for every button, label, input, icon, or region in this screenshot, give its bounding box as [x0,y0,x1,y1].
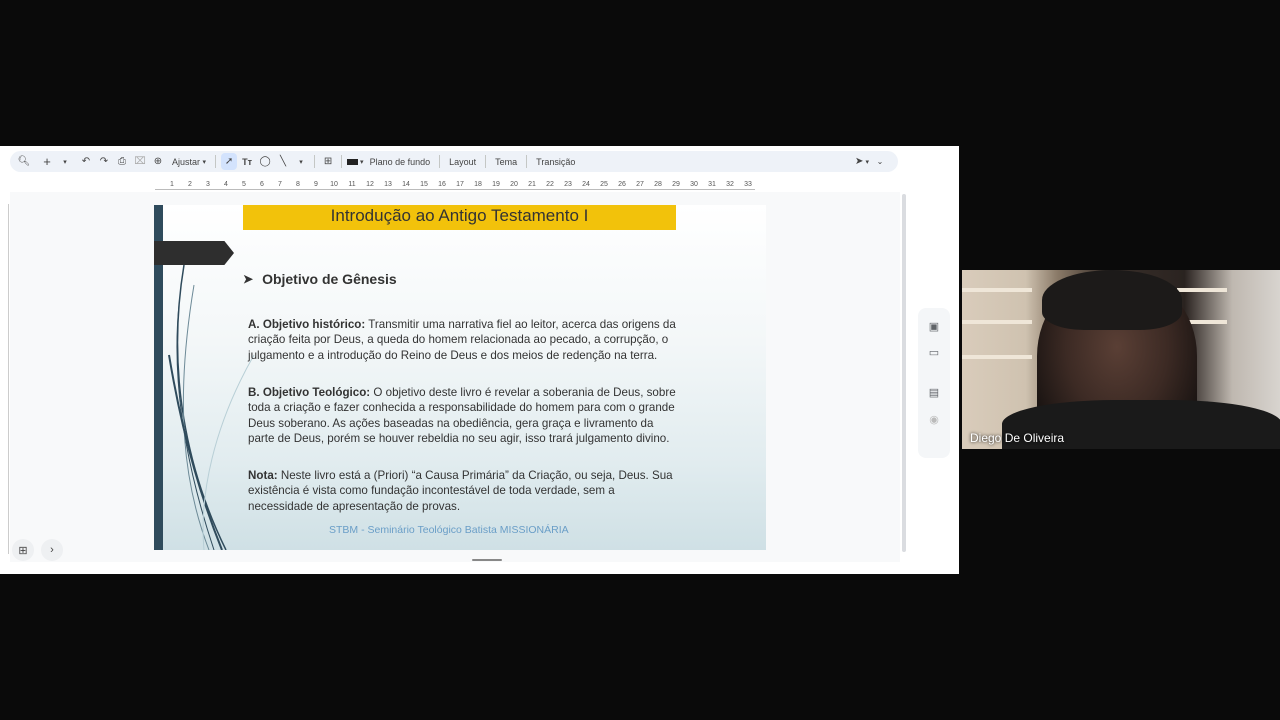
toolbar-divider [526,155,528,168]
line-dropdown-icon[interactable]: ▾ [293,153,309,170]
ruler-mark: 29 [672,181,680,188]
ruler-mark: 2 [188,181,192,188]
zoom-select-label: Ajustar [172,156,201,167]
toolbar-divider [485,155,487,168]
ruler-mark: 18 [474,181,482,188]
paragraph-text: Neste livro está a (Priori) “a Causa Pri… [248,469,673,513]
ruler-mark: 9 [314,181,318,188]
slide[interactable]: Introdução ao Antigo Testamento I ➤ Obje… [154,205,766,550]
paragraph-historical: A. Objetivo histórico: Transmitir uma na… [248,317,678,363]
ruler-mark: 23 [564,181,572,188]
line-icon[interactable]: ╲ [275,153,291,170]
paragraph-label: Nota: [248,469,278,482]
grid-view-icon[interactable]: ⊞ [12,539,34,561]
ruler-mark: 28 [654,181,662,188]
ruler-mark: 3 [206,181,210,188]
ruler-mark: 10 [330,181,338,188]
ruler-mark: 32 [726,181,734,188]
zoom-select[interactable]: Ajustar ▾ [168,153,210,170]
paragraph-label: B. Objetivo Teológico: [248,386,371,399]
toolbar-divider [314,155,316,168]
chevron-right-icon[interactable]: › [41,539,63,561]
zoom-icon[interactable]: ⊕ [150,153,166,170]
print-icon[interactable]: ⎙ [114,153,130,170]
redo-icon[interactable]: ↷ [96,153,112,170]
vertical-ruler [2,204,10,554]
new-slide-icon[interactable]: + [39,153,55,170]
folder-icon[interactable]: ▭ [927,346,941,360]
toolbar-divider [215,155,217,168]
theme-button[interactable]: Tema [491,153,521,170]
paragraph-theological: B. Objetivo Teológico: O objetivo deste … [248,385,678,446]
shared-screen: 🔍︎ + ▾ ↶ ↷ ⎙ ⌧ ⊕ Ajustar ▾ ➚ Tт ◯ ╲ ▾ ⊞ … [0,146,959,574]
ruler-mark: 12 [366,181,374,188]
shape-icon[interactable]: ◯ [257,153,273,170]
ruler-mark: 15 [420,181,428,188]
participant-hair [1042,270,1182,330]
ruler-mark: 19 [492,181,500,188]
ruler-mark: 16 [438,181,446,188]
shelf [962,320,1032,324]
arrow-bullet-icon: ➤ [243,272,254,286]
undo-icon[interactable]: ↶ [78,153,94,170]
slides-toolbar: 🔍︎ + ▾ ↶ ↷ ⎙ ⌧ ⊕ Ajustar ▾ ➚ Tт ◯ ╲ ▾ ⊞ … [10,151,898,172]
ruler-mark: 20 [510,181,518,188]
layout-button[interactable]: Layout [445,153,480,170]
slides-panel-icon[interactable]: ▤ [927,386,941,400]
ruler-mark: 30 [690,181,698,188]
ruler-mark: 4 [224,181,228,188]
ruler-mark: 8 [296,181,300,188]
ruler-mark: 6 [260,181,264,188]
collapse-toolbar-icon[interactable]: ⌄ [872,153,888,170]
text-box-icon[interactable]: Tт [239,153,255,170]
ruler-mark: 17 [456,181,464,188]
slide-subtitle: ➤ Objetivo de Gênesis [243,271,397,287]
shelf [1177,288,1227,292]
ruler-mark: 24 [582,181,590,188]
ruler-mark: 1 [170,181,174,188]
shelf [962,355,1032,359]
ruler-mark: 31 [708,181,716,188]
ruler-line [155,189,755,190]
ruler-mark: 5 [242,181,246,188]
comment-add-icon[interactable]: ⊞ [320,153,336,170]
search-menus-icon[interactable]: 🔍︎ [16,153,32,170]
ruler-mark: 25 [600,181,608,188]
paragraph-label: A. Objetivo histórico: [248,318,366,331]
paint-format-icon[interactable]: ⌧ [132,153,148,170]
participant-name: Diego De Oliveira [970,431,1065,445]
vertical-scrollbar[interactable] [902,194,906,552]
ruler-mark: 33 [744,181,752,188]
ruler-mark: 11 [348,181,356,188]
horizontal-ruler: 1 2 3 4 5 6 7 8 9 10 11 12 13 14 15 16 17 18 19 20 21 22 23 24 2… [155,181,755,191]
chevron-down-icon: ▾ [202,158,207,166]
fill-color-icon[interactable]: ▾ [347,153,364,170]
participant-video: Diego De Oliveira [962,270,1280,449]
ruler-mark: 26 [618,181,626,188]
transition-button[interactable]: Transição [532,153,579,170]
paragraph-note: Nota: Neste livro está a (Priori) “a Cau… [248,468,678,514]
shelf [962,288,1032,292]
ruler-mark: 22 [546,181,554,188]
toolbar-divider [439,155,441,168]
slide-footer: STBM - Seminário Teológico Batista MISSI… [329,524,569,536]
circle-icon[interactable]: ◉ [927,413,941,427]
ruler-mark: 21 [528,181,536,188]
pointer-mode-icon[interactable]: ➤ ▾ [854,153,870,170]
slide-subtitle-text: Objetivo de Gênesis [262,271,397,287]
ruler-line [8,204,9,554]
ruler-mark: 27 [636,181,644,188]
select-cursor-icon[interactable]: ➚ [221,153,238,170]
keep-notes-icon[interactable]: ▣ [927,320,941,334]
resize-handle[interactable] [472,559,502,561]
ruler-mark: 7 [278,181,282,188]
ruler-mark: 14 [402,181,410,188]
ruler-mark: 13 [384,181,392,188]
slide-title: Introdução ao Antigo Testamento I [243,205,676,230]
new-slide-dropdown-icon[interactable]: ▾ [57,153,73,170]
toolbar-divider [341,155,343,168]
background-button[interactable]: Plano de fundo [366,153,435,170]
slide-arrow-shape [154,241,234,265]
